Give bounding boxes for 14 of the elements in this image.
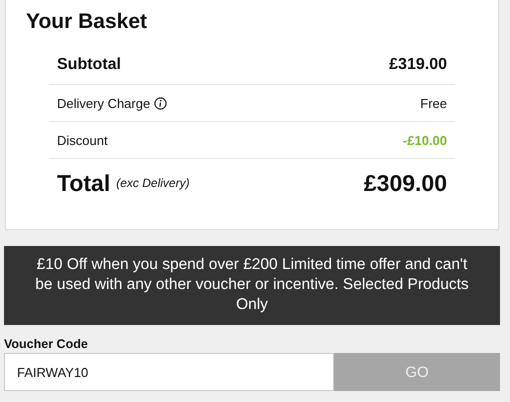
row-value: £319.00: [389, 56, 447, 74]
row-label: Total: [57, 170, 110, 196]
row-value: Free: [420, 96, 447, 110]
info-icon[interactable]: [154, 96, 168, 110]
row-label: Delivery Charge: [57, 96, 150, 110]
row-value: -£10.00: [402, 132, 447, 148]
voucher-input[interactable]: FAIRWAY10: [4, 353, 334, 391]
row-label: Discount: [57, 132, 108, 148]
basket-title: Your Basket: [26, 10, 147, 34]
offer-banner: £10 Off when you spend over £200 Limited time offer and can't be used with any other voucher or incentive. Selected Products Only: [4, 246, 500, 325]
row-value: £309.00: [364, 170, 447, 196]
row-label: Subtotal: [57, 56, 121, 74]
voucher-label: Voucher Code: [4, 337, 89, 351]
row-note: (exc Delivery): [116, 176, 190, 190]
